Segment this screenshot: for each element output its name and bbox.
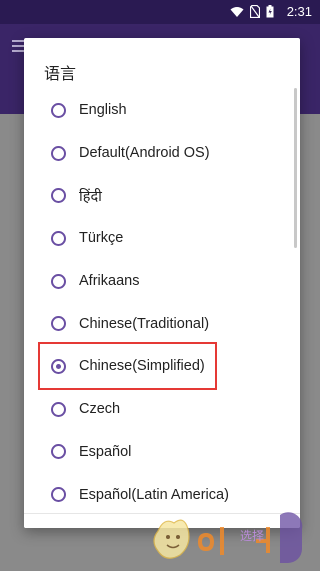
status-time: 2:31: [286, 4, 312, 19]
watermark-logo: [153, 512, 303, 563]
wifi-icon: [230, 6, 244, 17]
option-label: हिंदी: [79, 188, 102, 205]
language-option-czech[interactable]: Czech: [24, 388, 300, 431]
status-bar: 2:31: [0, 0, 320, 24]
language-option-turkish[interactable]: Türkçe: [24, 217, 300, 260]
language-option-hindi[interactable]: हिंदी: [24, 174, 300, 217]
option-label: English: [79, 102, 127, 119]
language-option-default[interactable]: Default(Android OS): [24, 132, 300, 175]
radio-button[interactable]: [51, 188, 66, 204]
confirm-button[interactable]: 选择: [240, 527, 264, 544]
language-option-afrikaans[interactable]: Afrikaans: [24, 260, 300, 303]
radio-button[interactable]: [51, 273, 66, 289]
radio-button[interactable]: [51, 401, 66, 417]
language-option-chinese-traditional[interactable]: Chinese(Traditional): [24, 302, 300, 345]
radio-button[interactable]: [51, 102, 66, 118]
radio-button[interactable]: [51, 444, 66, 460]
option-label: Chinese(Traditional): [79, 315, 210, 332]
language-options: English Default(Android OS) हिंदी Türkçe…: [24, 89, 300, 516]
radio-button[interactable]: [51, 487, 66, 503]
no-sim-icon: [250, 5, 260, 18]
language-option-english[interactable]: English: [24, 89, 300, 132]
option-label: Afrikaans: [79, 273, 140, 290]
radio-button[interactable]: [51, 230, 66, 246]
option-label: Español(Latin America): [79, 486, 229, 503]
option-label: Türkçe: [79, 230, 124, 247]
radio-button[interactable]: [51, 316, 66, 332]
language-option-spanish[interactable]: Español: [24, 431, 300, 474]
status-icons: [230, 5, 274, 18]
dialog-title: 语言: [44, 64, 77, 83]
selection-highlight-box: [38, 342, 217, 390]
option-label: Default(Android OS): [79, 145, 210, 162]
language-dialog: 语言 English Default(Android OS) हिंदी Tür…: [24, 38, 300, 528]
option-label: Español: [79, 443, 132, 460]
battery-icon: [266, 5, 274, 18]
option-label: Czech: [79, 401, 121, 418]
radio-button[interactable]: [51, 145, 66, 161]
